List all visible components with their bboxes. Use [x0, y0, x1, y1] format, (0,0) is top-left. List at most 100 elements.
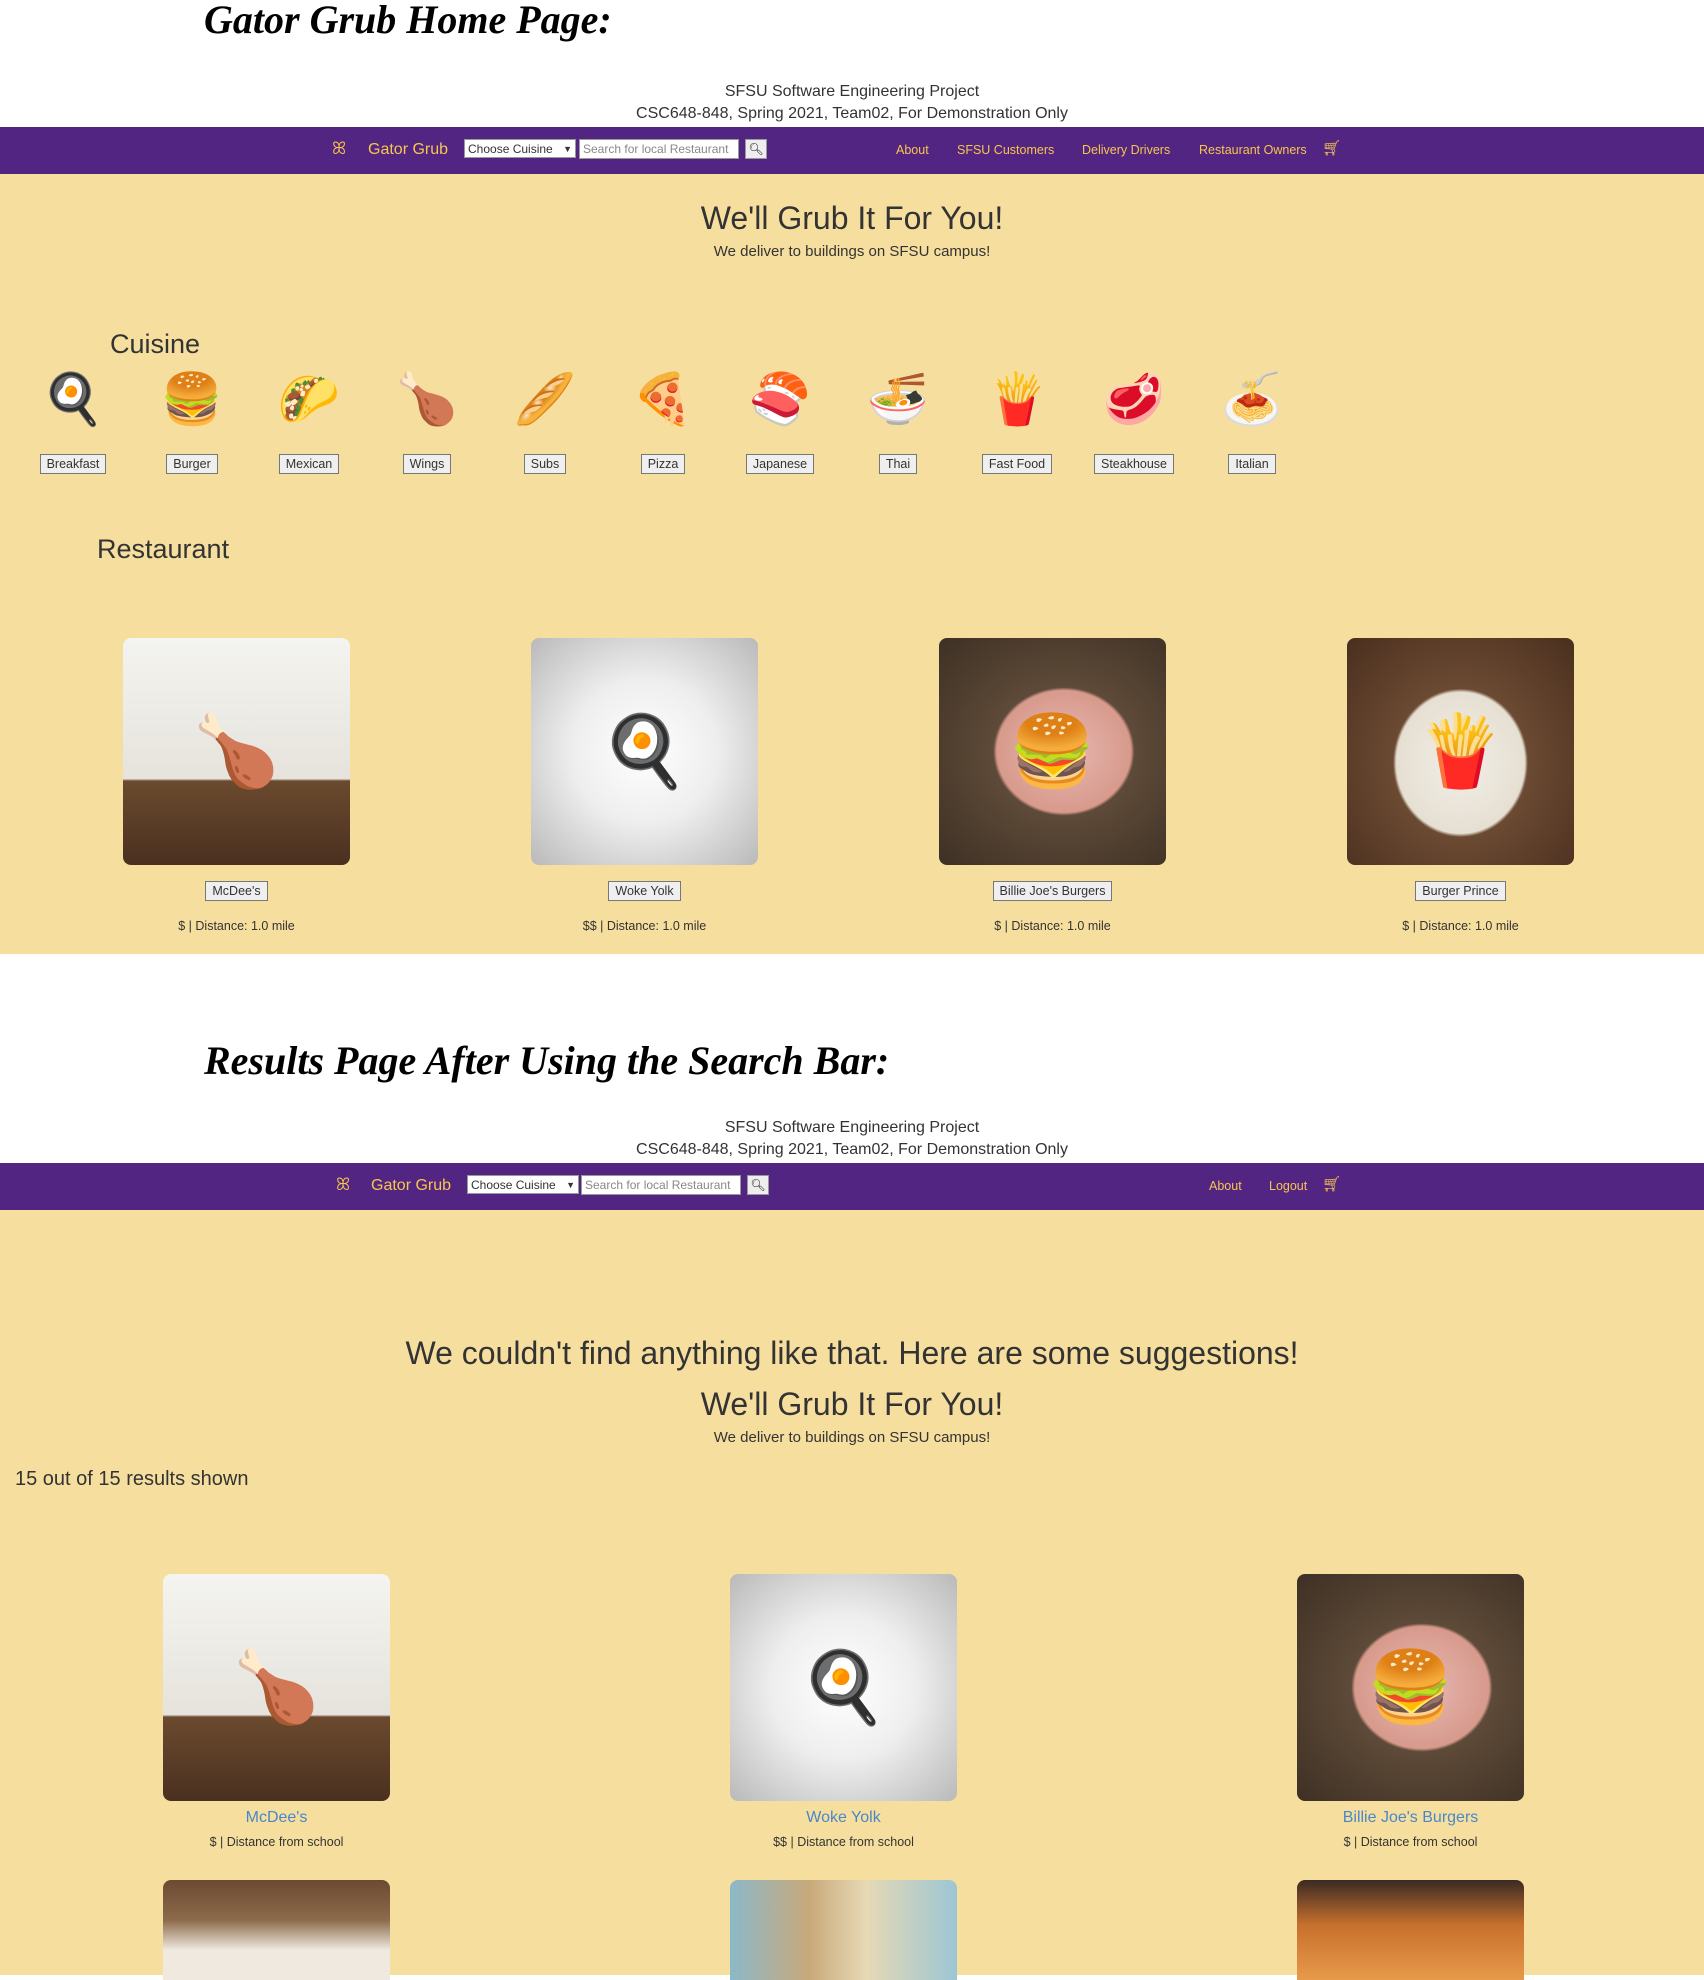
- nav-link-about[interactable]: About: [1209, 1179, 1242, 1193]
- restaurant-card-billie-joes-burgers[interactable]: 🍔 Billie Joe's Burgers $ | Distance: 1.0…: [924, 638, 1181, 933]
- hero-subtagline: We deliver to buildings on SFSU campus!: [713, 243, 991, 260]
- restaurant-card-mcdees[interactable]: 🍗 McDee's $ | Distance: 1.0 mile: [108, 638, 365, 933]
- brand-link[interactable]: Gator Grub: [368, 141, 448, 159]
- result-card-mcdees[interactable]: 🍗 McDee's $ | Distance from school: [148, 1574, 405, 1849]
- cuisine-button-steakhouse[interactable]: Steakhouse: [1093, 454, 1175, 474]
- cart-icon[interactable]: 🛒︎: [1322, 139, 1341, 157]
- burger-fries-plate-photo[interactable]: 🍔: [1297, 1574, 1524, 1801]
- cuisine-select-value: Choose Cuisine: [471, 1178, 556, 1192]
- restaurant-meta: $ | Distance: 1.0 mile: [178, 919, 295, 933]
- home-content: We'll Grub It For You! We deliver to bui…: [0, 174, 1704, 954]
- sub-sandwich-icon: 🥖: [513, 371, 577, 427]
- cuisine-item-fast-food[interactable]: 🍟 Fast Food: [962, 364, 1072, 474]
- cuisine-button-wings[interactable]: Wings: [402, 454, 452, 474]
- cuisine-item-japanese[interactable]: 🍣 Japanese: [725, 364, 835, 474]
- navbar: ꕤ Gator Grub Choose Cuisine ▼ Search for…: [0, 1163, 1704, 1210]
- hero-tagline: We'll Grub It For You!: [700, 200, 1004, 236]
- restaurant-meta: $ | Distance: 1.0 mile: [1402, 919, 1519, 933]
- results-count: 15 out of 15 results shown: [15, 1468, 249, 1490]
- drumstick-icon: 🍗: [395, 371, 459, 427]
- cuisine-select[interactable]: Choose Cuisine ▼: [464, 139, 576, 158]
- sf-logo-icon[interactable]: ꕤ: [332, 139, 346, 159]
- cuisine-item-mexican[interactable]: 🌮 Mexican: [254, 364, 364, 474]
- search-icon: 🔍︎: [748, 142, 764, 156]
- cuisine-item-breakfast[interactable]: 🍳 Breakfast: [18, 364, 128, 474]
- egg-toast-photo[interactable]: 🍳: [730, 1574, 957, 1801]
- restaurant-card-woke-yolk[interactable]: 🍳 Woke Yolk $$ | Distance: 1.0 mile: [516, 638, 773, 933]
- project-banner: SFSU Software Engineering Project CSC648…: [0, 81, 1704, 125]
- home-section-heading: Gator Grub Home Page:: [204, 0, 612, 42]
- cuisine-select[interactable]: Choose Cuisine ▼: [467, 1175, 579, 1194]
- cuisine-item-thai[interactable]: 🍜 Thai: [843, 364, 953, 474]
- nav-link-about[interactable]: About: [896, 143, 929, 157]
- nav-link-logout[interactable]: Logout: [1269, 1179, 1307, 1193]
- brand-link[interactable]: Gator Grub: [371, 1177, 451, 1195]
- burger-icon: 🍔: [160, 371, 224, 427]
- pizza-slice-icon: 🍕: [631, 371, 695, 427]
- sf-logo-icon[interactable]: ꕤ: [336, 1175, 350, 1195]
- hero-subtagline: We deliver to buildings on SFSU campus!: [713, 1429, 991, 1446]
- chicken-nuggets-photo[interactable]: 🍗: [163, 1574, 390, 1801]
- cuisine-button-mexican[interactable]: Mexican: [278, 454, 340, 474]
- result-meta: $ | Distance from school: [1343, 1835, 1478, 1849]
- cuisine-item-italian[interactable]: 🍝 Italian: [1197, 364, 1307, 474]
- result-meta: $$ | Distance from school: [773, 1835, 914, 1849]
- chevron-down-icon: ▼: [563, 144, 572, 154]
- cuisine-button-pizza[interactable]: Pizza: [640, 454, 686, 474]
- restaurant-meta: $ | Distance: 1.0 mile: [994, 919, 1111, 933]
- restaurant-card-burger-prince[interactable]: 🍟 Burger Prince $ | Distance: 1.0 mile: [1332, 638, 1589, 933]
- results-section-heading: Results Page After Using the Search Bar:: [204, 1038, 890, 1083]
- steak-icon: 🥩: [1102, 371, 1166, 427]
- cuisine-button-thai[interactable]: Thai: [878, 454, 918, 474]
- search-input[interactable]: Search for local Restaurant: [579, 139, 739, 159]
- nav-link-restaurant-owners[interactable]: Restaurant Owners: [1199, 143, 1307, 157]
- fried-egg-icon: 🍳: [41, 371, 105, 427]
- search-icon: 🔍︎: [750, 1178, 766, 1192]
- nav-link-delivery-drivers[interactable]: Delivery Drivers: [1082, 143, 1170, 157]
- cuisine-button-fast-food[interactable]: Fast Food: [981, 454, 1053, 474]
- result-card-billie-joes-burgers[interactable]: 🍔 Billie Joe's Burgers $ | Distance from…: [1282, 1574, 1539, 1849]
- nachos-icon: 🌮: [277, 371, 341, 427]
- results-content: We couldn't find anything like that. Her…: [0, 1210, 1704, 1980]
- cuisine-label: Cuisine: [110, 329, 201, 359]
- cuisine-button-burger[interactable]: Burger: [166, 454, 218, 474]
- chevron-down-icon: ▼: [566, 1180, 575, 1190]
- fries-icon: 🍟: [985, 371, 1049, 427]
- cuisine-button-japanese[interactable]: Japanese: [745, 454, 815, 474]
- restaurant-button-burger-prince[interactable]: Burger Prince: [1415, 881, 1506, 901]
- cuisine-item-wings[interactable]: 🍗 Wings: [372, 364, 482, 474]
- restaurant-label: Restaurant: [97, 534, 230, 564]
- search-button[interactable]: 🔍︎: [745, 139, 767, 159]
- burger-plate-photo[interactable]: [163, 1880, 390, 1980]
- search-input[interactable]: Search for local Restaurant: [581, 1175, 741, 1195]
- project-banner: SFSU Software Engineering Project CSC648…: [0, 1117, 1704, 1161]
- navbar: ꕤ Gator Grub Choose Cuisine ▼ Search for…: [0, 127, 1704, 174]
- cuisine-button-subs[interactable]: Subs: [523, 454, 567, 474]
- sushi-icon: 🍣: [748, 371, 812, 427]
- restaurant-button-woke-yolk[interactable]: Woke Yolk: [608, 881, 681, 901]
- result-link-woke-yolk[interactable]: Woke Yolk: [715, 1809, 972, 1827]
- burger-fries-plate-photo[interactable]: 🍔: [939, 638, 1166, 865]
- search-button[interactable]: 🔍︎: [747, 1175, 769, 1195]
- result-link-billie-joes-burgers[interactable]: Billie Joe's Burgers: [1282, 1809, 1539, 1827]
- cuisine-button-breakfast[interactable]: Breakfast: [39, 454, 107, 474]
- egg-toast-photo[interactable]: 🍳: [531, 638, 758, 865]
- tortilla-photo[interactable]: [730, 1880, 957, 1980]
- cuisine-item-burger[interactable]: 🍔 Burger: [137, 364, 247, 474]
- pasta-icon: 🍝: [1220, 371, 1284, 427]
- fried-chicken-photo[interactable]: [1297, 1880, 1524, 1980]
- project-subtitle: CSC648-848, Spring 2021, Team02, For Dem…: [636, 1141, 1068, 1158]
- restaurant-meta: $$ | Distance: 1.0 mile: [582, 919, 707, 933]
- burger-fries-photo[interactable]: 🍟: [1347, 638, 1574, 865]
- result-card-woke-yolk[interactable]: 🍳 Woke Yolk $$ | Distance from school: [715, 1574, 972, 1849]
- result-link-mcdees[interactable]: McDee's: [148, 1809, 405, 1827]
- restaurant-button-billie-joes-burgers[interactable]: Billie Joe's Burgers: [992, 881, 1113, 901]
- cart-icon[interactable]: 🛒︎: [1322, 1175, 1341, 1193]
- chicken-nuggets-photo[interactable]: 🍗: [123, 638, 350, 865]
- restaurant-button-mcdees[interactable]: McDee's: [205, 881, 268, 901]
- cuisine-item-pizza[interactable]: 🍕 Pizza: [608, 364, 718, 474]
- nav-link-sfsu-customers[interactable]: SFSU Customers: [957, 143, 1054, 157]
- cuisine-item-steakhouse[interactable]: 🥩 Steakhouse: [1079, 364, 1189, 474]
- cuisine-button-italian[interactable]: Italian: [1228, 454, 1276, 474]
- cuisine-item-subs[interactable]: 🥖 Subs: [490, 364, 600, 474]
